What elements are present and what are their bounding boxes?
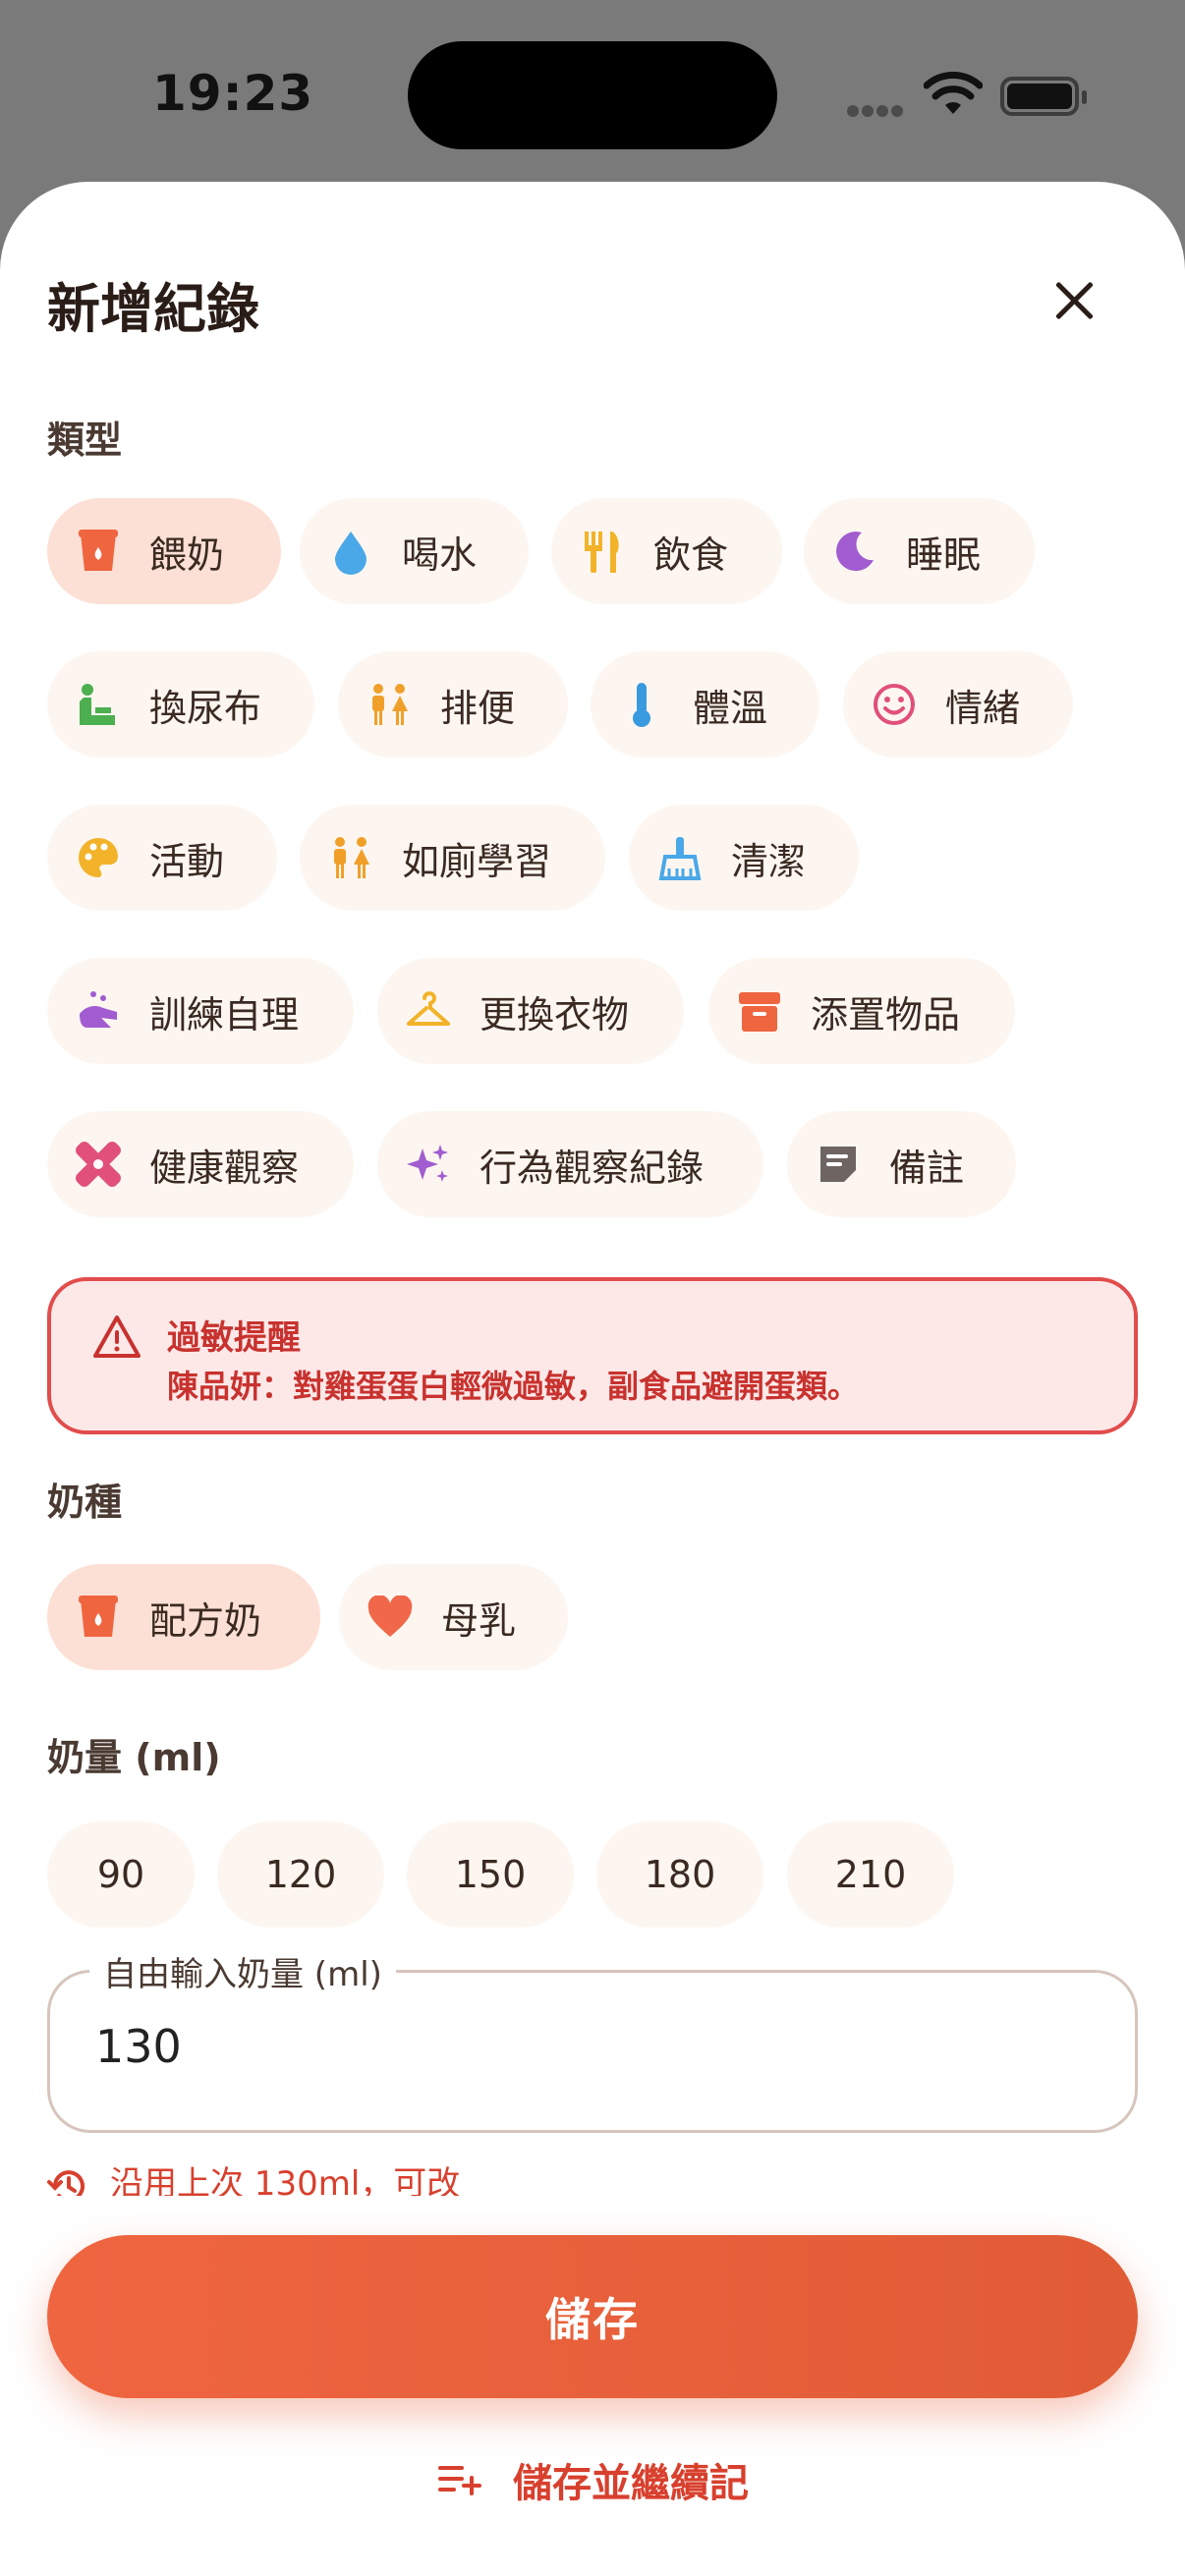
type-chip-diet[interactable]: 飲食 bbox=[551, 498, 782, 604]
thermometer-icon bbox=[618, 681, 665, 728]
amount-preset-180[interactable]: 180 bbox=[596, 1821, 763, 1928]
heart-icon bbox=[367, 1594, 414, 1641]
status-time: 19:23 bbox=[152, 65, 314, 122]
utensils-icon bbox=[579, 528, 626, 575]
type-chip-behavior[interactable]: 行為觀察紀錄 bbox=[377, 1111, 763, 1217]
type-chip-temperature[interactable]: 體溫 bbox=[591, 651, 819, 757]
type-chip-label: 情緒 bbox=[945, 686, 1021, 730]
type-chip-label: 睡眠 bbox=[906, 532, 982, 577]
wifi-icon bbox=[924, 72, 983, 114]
milk-chip-label: 配方奶 bbox=[149, 1598, 262, 1643]
type-chip-diaper[interactable]: 換尿布 bbox=[47, 651, 314, 757]
type-chip-label: 換尿布 bbox=[149, 686, 262, 730]
milk-chip-label: 母乳 bbox=[441, 1598, 517, 1643]
save-and-continue-button[interactable]: 儲存並繼續記 bbox=[0, 2451, 1185, 2508]
battery-icon bbox=[1000, 77, 1087, 116]
amount-input[interactable] bbox=[95, 2020, 1078, 2073]
cellular-signal-icon bbox=[847, 102, 906, 121]
type-chip-label: 如廁學習 bbox=[402, 839, 552, 883]
type-chip-label: 喝水 bbox=[402, 532, 478, 577]
type-chip-label: 添置物品 bbox=[811, 992, 961, 1036]
history-icon bbox=[47, 2169, 85, 2196]
bottle-icon bbox=[75, 528, 122, 575]
last-amount-hint: 沿用上次 130ml，可改 bbox=[47, 2156, 460, 2196]
type-chip-feeding[interactable]: 餵奶 bbox=[47, 498, 281, 604]
bottle-icon bbox=[75, 1594, 122, 1641]
warning-icon bbox=[93, 1316, 141, 1358]
type-chip-water[interactable]: 喝水 bbox=[300, 498, 529, 604]
type-chip-sleep[interactable]: 睡眠 bbox=[804, 498, 1035, 604]
type-chip-label: 清潔 bbox=[731, 839, 807, 883]
type-chip-label: 排便 bbox=[440, 686, 516, 730]
type-chip-label: 訓練自理 bbox=[149, 992, 300, 1036]
sparkles-icon bbox=[405, 1141, 452, 1188]
type-chip-note[interactable]: 備註 bbox=[787, 1111, 1016, 1217]
palette-icon bbox=[75, 834, 122, 881]
type-chip-purchase[interactable]: 添置物品 bbox=[708, 958, 1015, 1064]
type-chip-label: 備註 bbox=[889, 1146, 965, 1190]
amount-input-label: 自由輸入奶量 (ml) bbox=[89, 1947, 396, 1995]
restroom-icon bbox=[366, 681, 413, 728]
smiley-icon bbox=[871, 681, 918, 728]
sheet-title: 新增紀錄 bbox=[47, 278, 259, 340]
allergy-alert-title: 過敏提醒 bbox=[167, 1318, 301, 1358]
dynamic-island bbox=[408, 41, 777, 149]
amount-preset-210[interactable]: 210 bbox=[787, 1821, 954, 1928]
close-button[interactable] bbox=[1040, 266, 1108, 335]
type-chip-mood[interactable]: 情緒 bbox=[843, 651, 1073, 757]
note-icon bbox=[815, 1141, 862, 1188]
last-amount-hint-text: 沿用上次 130ml，可改 bbox=[110, 2164, 461, 2196]
restroom-icon bbox=[327, 834, 374, 881]
save-and-continue-label: 儲存並繼續記 bbox=[513, 2461, 749, 2506]
diaper-change-icon bbox=[75, 681, 122, 728]
type-chip-health[interactable]: 健康觀察 bbox=[47, 1111, 354, 1217]
broom-icon bbox=[656, 834, 704, 881]
amount-preset-90[interactable]: 90 bbox=[47, 1821, 195, 1928]
water-drop-icon bbox=[327, 528, 374, 575]
type-section-label: 類型 bbox=[47, 419, 123, 462]
milk-chip-breastmilk[interactable]: 母乳 bbox=[339, 1564, 568, 1670]
bandage-icon bbox=[75, 1141, 122, 1188]
status-bar: 19:23 bbox=[0, 0, 1185, 187]
type-chip-bowel[interactable]: 排便 bbox=[338, 651, 568, 757]
type-chip-toilet-training[interactable]: 如廁學習 bbox=[300, 805, 605, 911]
moon-icon bbox=[831, 528, 878, 575]
type-chip-label: 體溫 bbox=[693, 686, 768, 730]
type-chip-cleaning[interactable]: 清潔 bbox=[629, 805, 859, 911]
type-chip-activity[interactable]: 活動 bbox=[47, 805, 277, 911]
add-record-sheet: 新增紀錄 類型 餵奶 喝水 飲食 睡眠 換尿布 排便 體溫 情緒 活動 如廁學習… bbox=[0, 182, 1185, 2576]
scroll-fade bbox=[0, 2196, 1185, 2235]
type-chip-label: 健康觀察 bbox=[149, 1146, 300, 1190]
allergy-alert-text: 陳品妍：對雞蛋蛋白輕微過敏，副食品避開蛋類。 bbox=[167, 1368, 860, 1405]
amount-preset-120[interactable]: 120 bbox=[217, 1821, 384, 1928]
hanger-icon bbox=[405, 987, 452, 1035]
type-chip-label: 餵奶 bbox=[149, 532, 225, 577]
archive-box-icon bbox=[736, 987, 783, 1035]
type-chip-label: 飲食 bbox=[653, 532, 729, 577]
milk-chip-formula[interactable]: 配方奶 bbox=[47, 1564, 320, 1670]
playlist-add-icon bbox=[438, 2466, 481, 2495]
type-chip-clothes[interactable]: 更換衣物 bbox=[377, 958, 684, 1064]
allergy-alert: 過敏提醒 陳品妍：對雞蛋蛋白輕微過敏，副食品避開蛋類。 bbox=[47, 1277, 1138, 1434]
amount-preset-150[interactable]: 150 bbox=[407, 1821, 574, 1928]
save-button[interactable]: 儲存 bbox=[47, 2235, 1138, 2398]
amount-label: 奶量 (ml) bbox=[47, 1736, 221, 1779]
type-chip-label: 更換衣物 bbox=[480, 992, 630, 1036]
type-chip-self-care[interactable]: 訓練自理 bbox=[47, 958, 354, 1064]
milk-type-label: 奶種 bbox=[47, 1481, 123, 1524]
amount-input-field[interactable]: 自由輸入奶量 (ml) bbox=[47, 1947, 1138, 2133]
washing-hands-icon bbox=[75, 987, 122, 1035]
type-chip-label: 行為觀察紀錄 bbox=[480, 1146, 705, 1190]
type-chip-label: 活動 bbox=[149, 839, 225, 883]
